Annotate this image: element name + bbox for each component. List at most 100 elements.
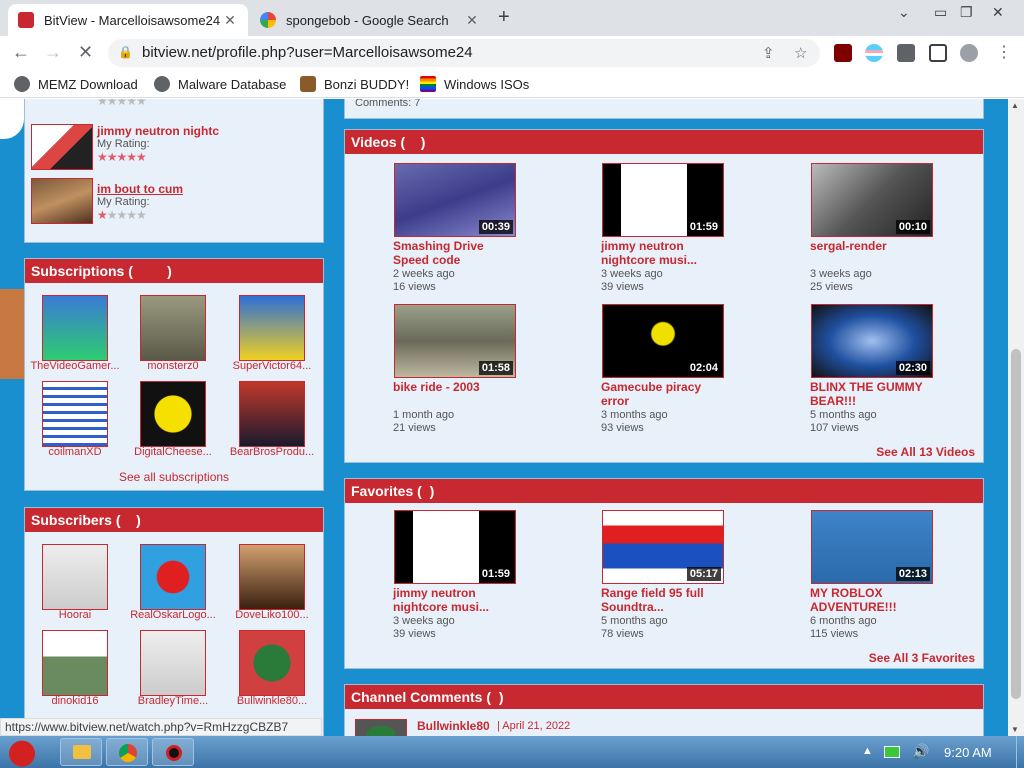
channel-avatar[interactable] <box>42 630 108 696</box>
subscription-name[interactable]: SuperVictor64... <box>224 360 320 372</box>
video-thumbnail[interactable]: 01:59 <box>602 163 724 237</box>
add-comment-link[interactable]: Add Comment <box>900 689 977 703</box>
close-tab-icon[interactable]: ✕ <box>222 12 238 29</box>
subscription-name[interactable]: DigitalCheese... <box>125 446 221 458</box>
side-panel-icon[interactable] <box>929 44 947 62</box>
close-tab-icon[interactable]: ✕ <box>464 12 480 29</box>
video-duration: 00:10 <box>895 220 930 234</box>
video-thumbnail[interactable]: 00:10 <box>811 163 933 237</box>
recorder-taskbar-button[interactable] <box>152 738 194 766</box>
video-title[interactable]: sergal-render <box>810 239 936 253</box>
video-age: 5 months ago <box>601 615 668 627</box>
trans-flag-icon[interactable] <box>865 44 883 62</box>
bookmark-star-icon[interactable]: ☆ <box>794 44 807 62</box>
bookmark-memz[interactable]: MEMZ Download <box>14 76 138 92</box>
subscriber-name[interactable]: DoveLiko100... <box>224 609 320 621</box>
video-thumbnail[interactable] <box>31 178 93 224</box>
address-bar[interactable]: 🔒 bitview.net/profile.php?user=Marcelloi… <box>108 39 820 67</box>
subscriber-name[interactable]: Hoorai <box>27 609 123 621</box>
explorer-taskbar-button[interactable] <box>60 738 102 766</box>
show-desktop-button[interactable] <box>1016 736 1024 768</box>
channel-avatar[interactable] <box>239 544 305 610</box>
network-icon[interactable] <box>884 746 900 758</box>
rated-video-title[interactable]: jimmy neutron nightc <box>97 124 219 138</box>
new-tab-icon[interactable]: + <box>498 6 510 29</box>
close-window-icon[interactable]: ✕ <box>992 4 1004 21</box>
rating-stars: ★★★★★ <box>97 150 147 164</box>
scroll-down-icon[interactable]: ▼ <box>1011 725 1019 734</box>
default-avatar-icon[interactable] <box>140 630 206 696</box>
chrome-icon <box>119 744 137 762</box>
share-icon[interactable]: ⇪ <box>762 44 775 62</box>
tab-bitview[interactable]: BitView - Marcelloisawsome24 ✕ <box>8 4 248 36</box>
scrollbar-thumb[interactable] <box>1011 349 1021 699</box>
bookmark-bonzi[interactable]: Bonzi BUDDY! <box>300 76 409 92</box>
subscriber-name[interactable]: RealOskarLogo... <box>125 609 221 621</box>
chrome-taskbar-button[interactable] <box>106 738 148 766</box>
video-title[interactable]: BLINX THE GUMMY BEAR!!! <box>810 380 936 408</box>
video-title[interactable]: bike ride - 2003 <box>393 380 519 394</box>
video-thumbnail[interactable]: 02:13 <box>811 510 933 584</box>
subscription-name[interactable]: monsterz0 <box>125 360 221 372</box>
video-thumbnail[interactable]: 02:04 <box>602 304 724 378</box>
subscriber-name[interactable]: BradleyTime... <box>125 695 221 707</box>
channel-avatar[interactable] <box>239 295 305 361</box>
see-all-videos-link[interactable]: See All 13 Videos <box>876 445 975 459</box>
video-thumbnail[interactable]: 01:58 <box>394 304 516 378</box>
tab-search-icon[interactable]: ⌄ <box>898 4 910 21</box>
show-hidden-icons[interactable]: ▲ <box>862 745 873 757</box>
bitview-favicon-icon <box>18 12 34 28</box>
channel-avatar[interactable] <box>42 295 108 361</box>
extensions-icon[interactable] <box>897 44 915 62</box>
video-title[interactable]: Smashing Drive Speed code <box>393 239 519 267</box>
video-title[interactable]: jimmy neutron nightcore musi... <box>601 239 727 267</box>
comment-author[interactable]: Bullwinkle80 <box>417 719 490 733</box>
back-icon[interactable]: ← <box>12 42 30 63</box>
bookmark-malware[interactable]: Malware Database <box>154 76 286 92</box>
clock[interactable]: 9:20 AM <box>944 745 992 760</box>
ublock-icon[interactable] <box>834 44 852 62</box>
volume-icon[interactable]: 🔊 <box>912 743 929 760</box>
rated-video-title[interactable]: im bout to cum <box>97 182 183 196</box>
profile-avatar-icon[interactable] <box>960 44 978 62</box>
start-button-angry-bird-icon[interactable] <box>4 736 44 768</box>
subscription-name[interactable]: TheVideoGamer... <box>27 360 123 372</box>
bookmark-windows-isos[interactable]: Windows ISOs <box>420 76 529 92</box>
comment-date: | April 21, 2022 <box>497 720 571 732</box>
video-title[interactable]: Range field 95 full Soundtra... <box>601 586 727 614</box>
video-title[interactable]: MY ROBLOX ADVENTURE!!! <box>810 586 936 614</box>
video-thumbnail[interactable]: 05:17 <box>602 510 724 584</box>
scroll-up-icon[interactable]: ▲ <box>1011 101 1019 110</box>
video-thumbnail[interactable]: 01:59 <box>394 510 516 584</box>
channel-avatar[interactable] <box>140 381 206 447</box>
see-all-subscriptions-link[interactable]: See all subscriptions <box>119 470 229 484</box>
video-thumbnail[interactable]: 02:30 <box>811 304 933 378</box>
restore-icon[interactable]: ❐ <box>960 4 973 21</box>
video-title[interactable]: jimmy neutron nightcore musi... <box>393 586 519 614</box>
menu-icon[interactable]: ⋮ <box>996 42 1012 62</box>
url-text[interactable]: bitview.net/profile.php?user=Marcelloisa… <box>142 44 473 61</box>
channel-avatar[interactable] <box>140 544 206 610</box>
page-scrollbar[interactable]: ▲ ▼ <box>1008 99 1024 736</box>
lock-icon[interactable]: 🔒 <box>118 45 133 59</box>
tab-title: BitView - Marcelloisawsome24 <box>44 12 221 28</box>
stop-icon[interactable]: ✕ <box>78 42 93 63</box>
subscriber-name[interactable]: dinokid16 <box>27 695 123 707</box>
subscriber-name[interactable]: Bullwinkle80... <box>224 695 320 707</box>
tab-google[interactable]: spongebob - Google Search ✕ <box>250 4 490 36</box>
channel-avatar[interactable] <box>140 295 206 361</box>
commenter-avatar[interactable] <box>355 719 407 736</box>
video-thumbnail[interactable]: 00:39 <box>394 163 516 237</box>
see-all-favorites-link[interactable]: See All 3 Favorites <box>869 651 975 665</box>
minimize-icon[interactable]: ▭ <box>934 4 947 21</box>
default-avatar-icon[interactable] <box>42 544 108 610</box>
video-thumbnail[interactable] <box>31 124 93 170</box>
video-title[interactable]: Gamecube piracy error <box>601 380 727 408</box>
channel-avatar[interactable] <box>42 381 108 447</box>
channel-avatar[interactable] <box>239 381 305 447</box>
subscription-name[interactable]: BearBrosProdu... <box>224 446 320 458</box>
subscription-name[interactable]: coilmanXD <box>27 446 123 458</box>
subscriptions-count[interactable]: more <box>133 263 167 279</box>
forward-icon[interactable]: → <box>44 42 62 63</box>
channel-avatar[interactable] <box>239 630 305 696</box>
